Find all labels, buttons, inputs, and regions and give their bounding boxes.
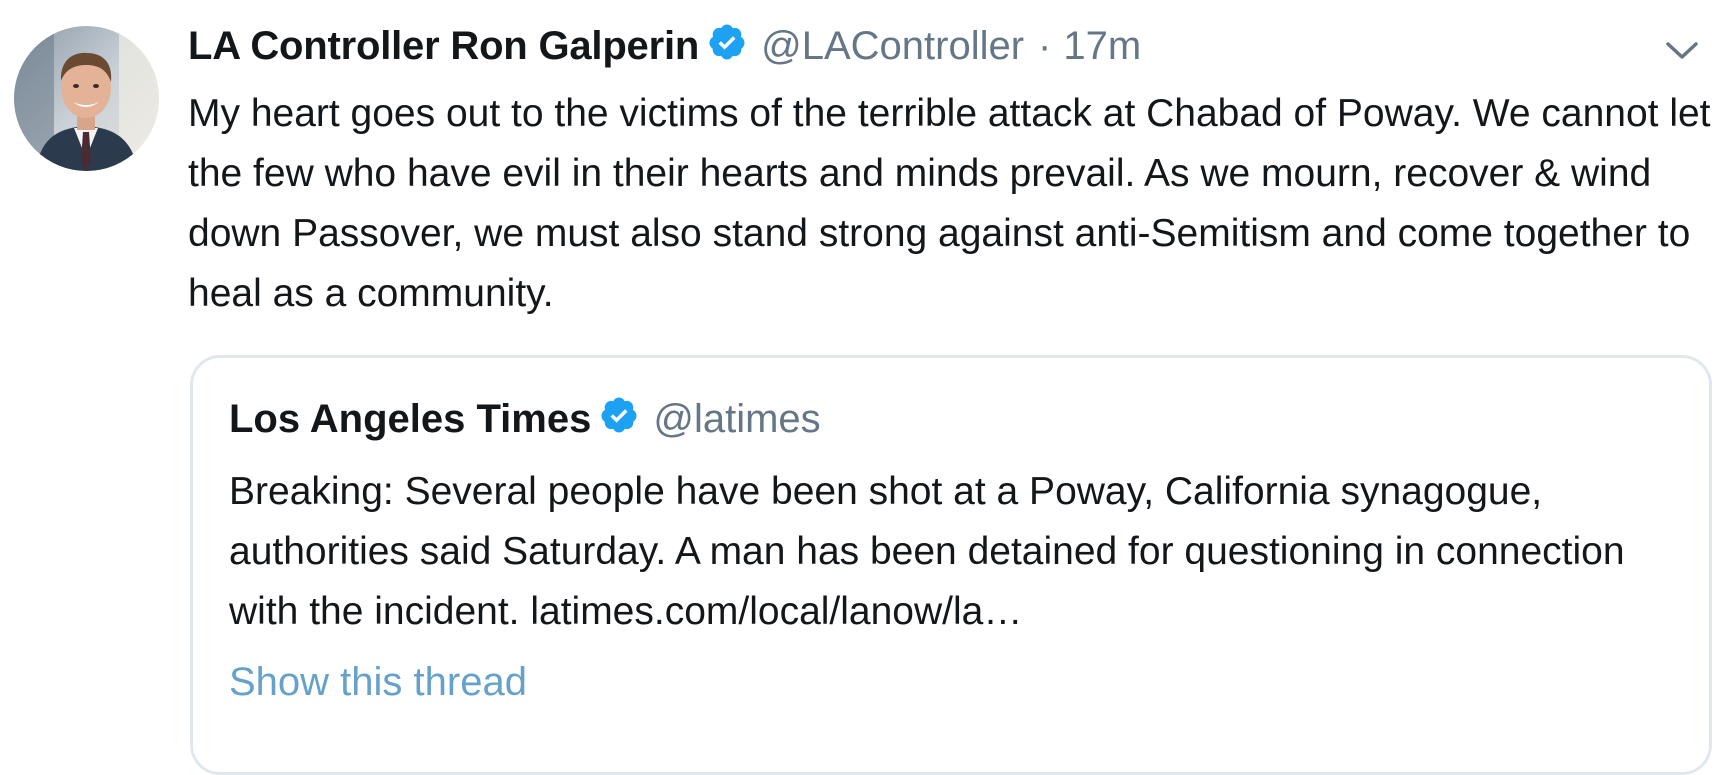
- verified-badge-icon: [599, 395, 639, 435]
- chevron-down-icon[interactable]: [1662, 36, 1702, 66]
- tweet-text: My heart goes out to the victims of the …: [188, 92, 1711, 315]
- quoted-tweet[interactable]: Los Angeles Times @latimes Breaking: Sev…: [190, 355, 1712, 775]
- author-handle[interactable]: @LAController: [761, 24, 1024, 69]
- quoted-author-name: Los Angeles Times: [229, 396, 592, 441]
- timestamp[interactable]: 17m: [1063, 24, 1141, 69]
- quoted-tweet-header: Los Angeles Times @latimes: [229, 392, 821, 446]
- quoted-author-handle: @latimes: [653, 396, 821, 441]
- quoted-tweet-text: Breaking: Several people have been shot …: [229, 470, 1625, 633]
- tweet[interactable]: LA Controller Ron Galperin @LAController…: [0, 0, 1730, 775]
- verified-badge-icon: [707, 22, 747, 62]
- avatar[interactable]: [14, 26, 159, 171]
- show-thread-link[interactable]: Show this thread: [229, 660, 527, 705]
- author-name[interactable]: LA Controller Ron Galperin: [188, 24, 699, 69]
- separator-dot: ·: [1038, 23, 1052, 68]
- tweet-header: LA Controller Ron Galperin @LAController…: [188, 18, 1141, 74]
